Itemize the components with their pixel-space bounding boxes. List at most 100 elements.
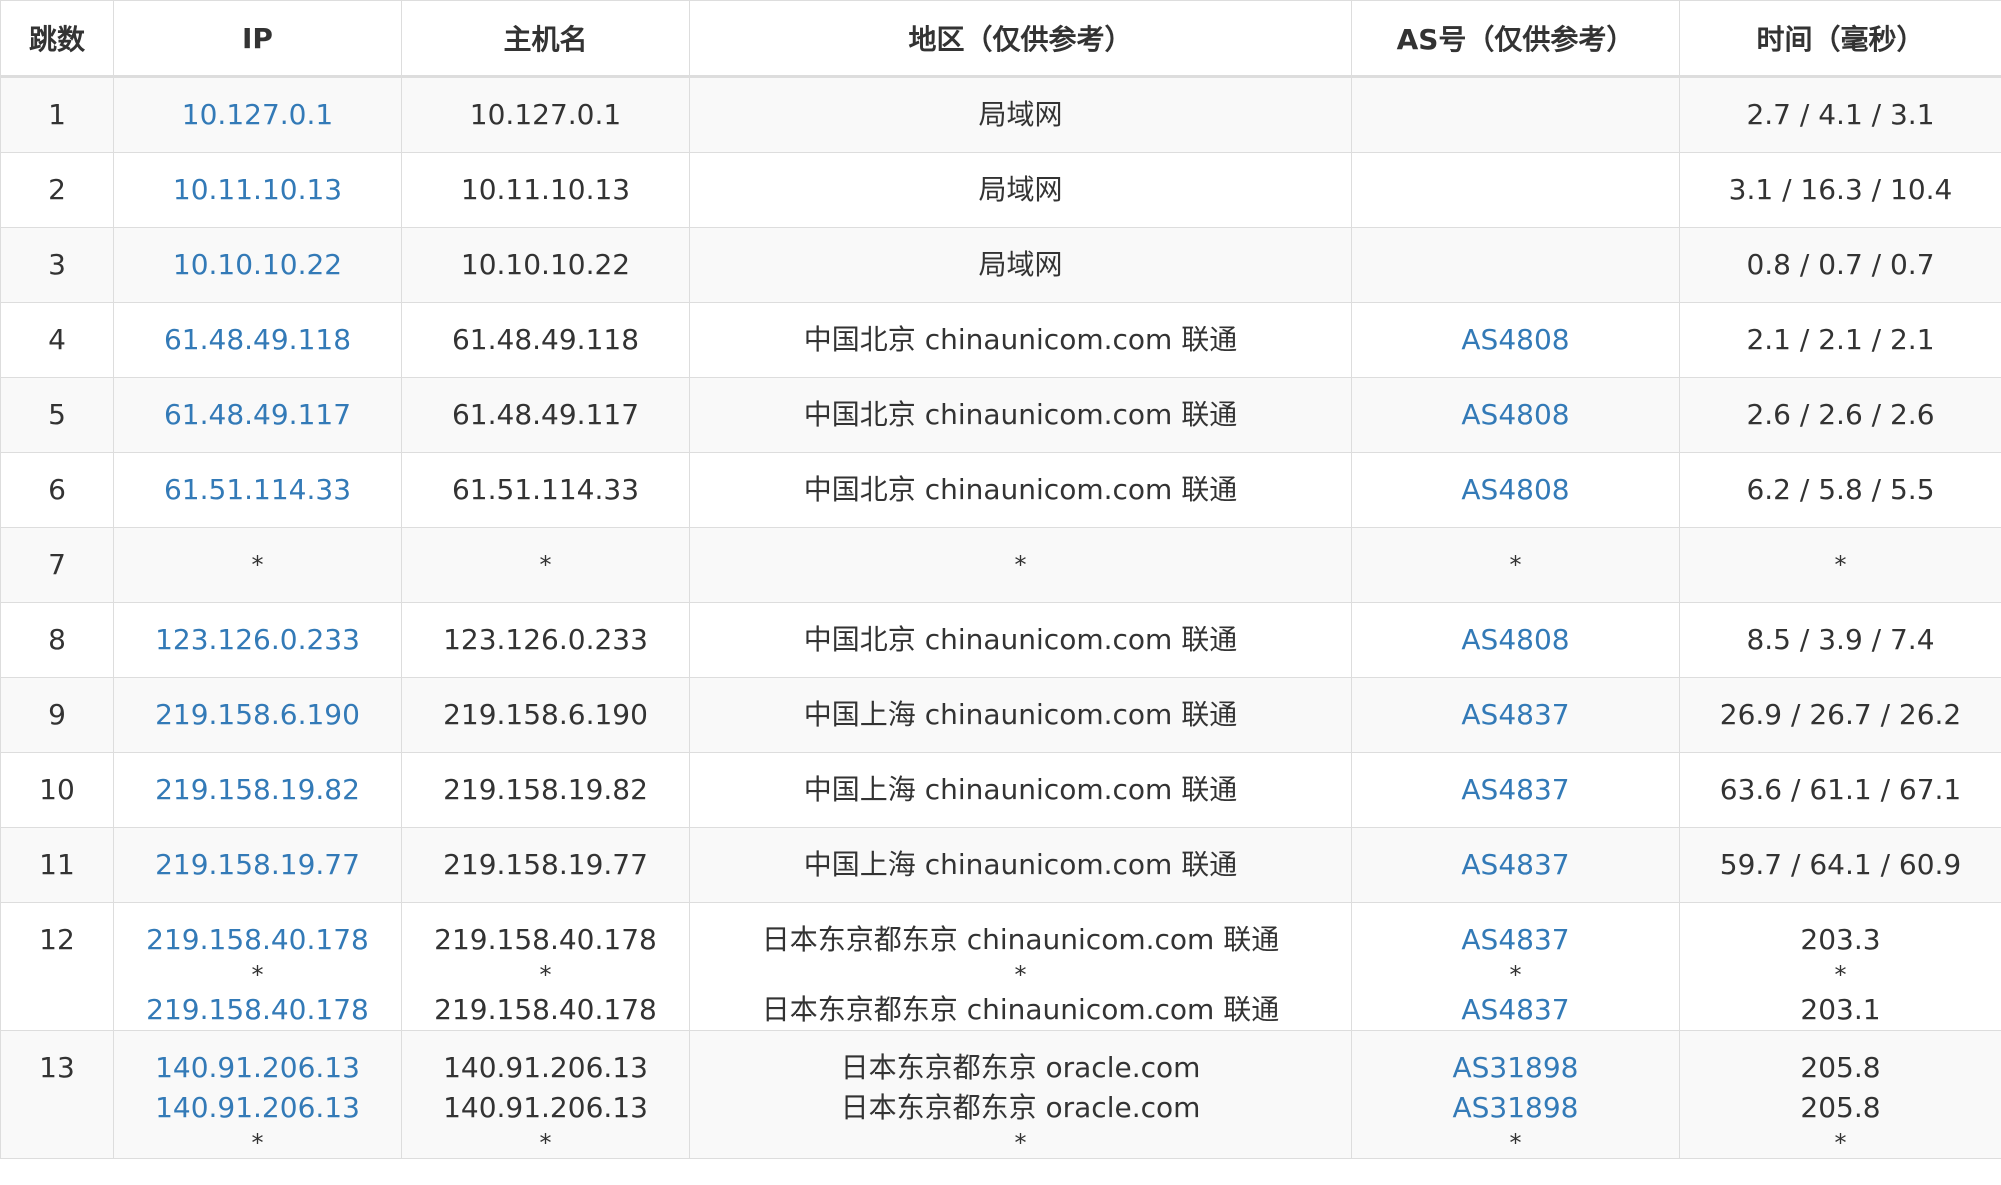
region-text: 局域网: [978, 248, 1063, 281]
host-text: 10.10.10.22: [460, 248, 631, 281]
time-text: 0.8 / 0.7 / 0.7: [1746, 248, 1935, 281]
hostname-cell: 219.158.6.190: [401, 677, 690, 753]
region-text: 局域网: [978, 98, 1063, 131]
ip-link[interactable]: 10.10.10.22: [115, 245, 401, 285]
ip-link[interactable]: 219.158.19.77: [115, 845, 401, 885]
as-cell: AS4837: [1351, 677, 1680, 753]
hostname-cell: 61.51.114.33: [401, 452, 690, 528]
as-cell: AS4808: [1351, 452, 1680, 528]
timeout-marker: *: [1014, 551, 1027, 579]
region-text: 中国北京 chinaunicom.com 联通: [803, 473, 1238, 506]
timeout-marker: *: [251, 1129, 264, 1157]
as-link[interactable]: AS4808: [1353, 470, 1679, 510]
region-text: 中国北京 chinaunicom.com 联通: [803, 323, 1238, 356]
ip-link[interactable]: 10.11.10.13: [115, 170, 401, 210]
hop-number: 10: [39, 773, 75, 806]
hop-cell: 10: [0, 752, 114, 828]
as-link[interactable]: AS4808: [1353, 620, 1679, 660]
region-cell: 中国北京 chinaunicom.com 联通: [689, 602, 1352, 678]
as-link[interactable]: AS4837: [1353, 770, 1679, 810]
table-row: 1 10.127.0.1 10.127.0.1 局域网 2.7 / 4.1 / 3.1: [0, 76, 2001, 153]
region-cell: 局域网: [689, 76, 1352, 153]
ip-link[interactable]: 123.126.0.233: [115, 620, 401, 660]
hostname-cell: 219.158.19.82: [401, 752, 690, 828]
hop-number: 4: [48, 323, 66, 356]
hop-number: 8: [48, 623, 66, 656]
ip-link[interactable]: 10.127.0.1: [115, 95, 401, 135]
as-link[interactable]: AS4808: [1353, 320, 1679, 360]
hostname-cell: 123.126.0.233: [401, 602, 690, 678]
ip-cell: 61.48.49.117: [113, 377, 402, 453]
region-cell: 局域网: [689, 227, 1352, 303]
hop-number: 5: [48, 398, 66, 431]
hop-cell: 7: [0, 527, 114, 603]
as-text: [1353, 95, 1679, 135]
ip-link[interactable]: 219.158.40.178: [115, 920, 401, 960]
as-text: [1353, 245, 1679, 285]
time-cell: 2.6 / 2.6 / 2.6: [1679, 377, 2001, 453]
as-text: [1353, 170, 1679, 210]
hop-cell: 4: [0, 302, 114, 378]
region-cell: 中国上海 chinaunicom.com 联通: [689, 827, 1352, 903]
time-text: 203.3: [1800, 923, 1881, 956]
ip-link[interactable]: 61.48.49.117: [115, 395, 401, 435]
host-text: 219.158.19.82: [443, 773, 648, 806]
timeout-marker: *: [1509, 1129, 1522, 1157]
region-cell: 中国北京 chinaunicom.com 联通: [689, 452, 1352, 528]
as-cell: AS4837: [1351, 827, 1680, 903]
hop-cell: 3: [0, 227, 114, 303]
time-text: 26.9 / 26.7 / 26.2: [1719, 698, 1962, 731]
ip-cell: *: [113, 527, 402, 603]
hop-cell: 2: [0, 152, 114, 228]
host-text: 61.51.114.33: [451, 473, 640, 506]
ip-link[interactable]: 219.158.6.190: [115, 695, 401, 735]
region-cell: 中国上海 chinaunicom.com 联通: [689, 677, 1352, 753]
ip-link[interactable]: 219.158.19.82: [115, 770, 401, 810]
time-text: 59.7 / 64.1 / 60.9: [1719, 848, 1962, 881]
table-header-row: 跳数 IP 主机名 地区（仅供参考） AS号（仅供参考） 时间（毫秒）: [0, 0, 2001, 78]
hop-cell: 9: [0, 677, 114, 753]
host-text: 140.91.206.13: [443, 1091, 648, 1124]
ip-cell: 219.158.19.82: [113, 752, 402, 828]
time-text: 63.6 / 61.1 / 67.1: [1719, 773, 1962, 806]
hostname-cell: *: [401, 527, 690, 603]
host-text: 219.158.40.178: [434, 923, 657, 956]
table-row: 4 61.48.49.118 61.48.49.118 中国北京 chinaunico…: [0, 302, 2001, 378]
ip-link[interactable]: 61.51.114.33: [115, 470, 401, 510]
hop-cell: 6: [0, 452, 114, 528]
as-link[interactable]: AS4837: [1353, 920, 1679, 960]
as-link[interactable]: AS31898: [1353, 1048, 1679, 1088]
region-cell: 局域网: [689, 152, 1352, 228]
as-cell: AS4808: [1351, 377, 1680, 453]
as-link[interactable]: AS4837: [1353, 845, 1679, 885]
table-row: 10 219.158.19.82 219.158.19.82 中国上海 chinaun…: [0, 752, 2001, 828]
ip-link[interactable]: 140.91.206.13: [115, 1088, 401, 1128]
hop-cell: 12: [0, 902, 114, 1031]
table-row: 8 123.126.0.233 123.126.0.233 中国北京 chinauni…: [0, 602, 2001, 678]
table-row: 6 61.51.114.33 61.51.114.33 中国北京 chinaunico…: [0, 452, 2001, 528]
host-text: 219.158.19.77: [443, 848, 648, 881]
ip-link[interactable]: 140.91.206.13: [115, 1048, 401, 1088]
ip-cell: 61.51.114.33: [113, 452, 402, 528]
as-cell: AS4808: [1351, 602, 1680, 678]
table-row: 7 * * * * *: [0, 527, 2001, 603]
as-link[interactable]: AS4837: [1353, 695, 1679, 735]
time-text: 203.1: [1800, 993, 1881, 1026]
as-cell: *: [1351, 527, 1680, 603]
hop-cell: 11: [0, 827, 114, 903]
host-text: 10.11.10.13: [460, 173, 631, 206]
hop-number: 11: [39, 848, 75, 881]
ip-link[interactable]: 61.48.49.118: [115, 320, 401, 360]
ip-link[interactable]: 219.158.40.178: [115, 990, 401, 1030]
region-cell: *: [689, 527, 1352, 603]
table-row: 2 10.11.10.13 10.11.10.13 局域网 3.1 / 16.3 / 1…: [0, 152, 2001, 228]
as-link[interactable]: AS4808: [1353, 395, 1679, 435]
as-link[interactable]: AS4837: [1353, 990, 1679, 1030]
timeout-marker: *: [539, 961, 552, 989]
hop-cell: 1: [0, 76, 114, 153]
region-text: 日本东京都东京 chinaunicom.com 联通: [761, 993, 1280, 1026]
as-link[interactable]: AS31898: [1353, 1088, 1679, 1128]
region-text: 中国上海 chinaunicom.com 联通: [803, 848, 1238, 881]
time-text: 2.6 / 2.6 / 2.6: [1746, 398, 1935, 431]
timeout-marker: *: [1509, 961, 1522, 989]
